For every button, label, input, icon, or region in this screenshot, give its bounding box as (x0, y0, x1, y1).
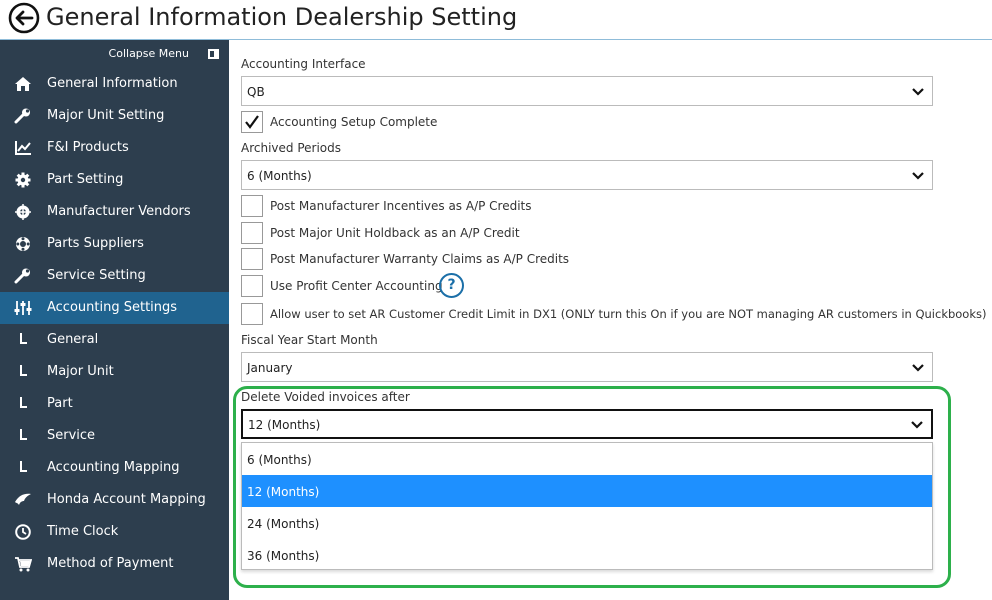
sidebar-item-label: General Information (47, 76, 178, 91)
fiscal-year-start-label: Fiscal Year Start Month (241, 333, 378, 347)
crosshair-icon (14, 204, 32, 220)
cart-icon (14, 556, 32, 572)
option-label: 36 (Months) (247, 549, 320, 563)
sidebar-item-label: Manufacturer Vendors (47, 204, 191, 219)
sidebar-item-major-unit-setting[interactable]: Major Unit Setting (0, 100, 229, 132)
option-24-months[interactable]: 24 (Months) (242, 507, 932, 539)
sidebar-item-label: Parts Suppliers (47, 236, 144, 251)
chevron-down-icon (912, 88, 924, 96)
select-value: QB (247, 85, 265, 99)
option-36-months[interactable]: 36 (Months) (242, 539, 932, 571)
sidebar-item-label: Part Setting (47, 172, 124, 187)
sidebar-subitem-part[interactable]: Part (0, 388, 229, 420)
collapse-panel-icon (208, 49, 219, 59)
sidebar-item-parts-suppliers[interactable]: Parts Suppliers (0, 228, 229, 260)
page-header: General Information Dealership Setting (0, 0, 992, 40)
sidebar-subitem-general[interactable]: General (0, 324, 229, 356)
settings-form: Accounting Interface QB Accounting Setup… (229, 40, 992, 600)
sidebar-item-label: F&I Products (47, 140, 129, 155)
sidebar-item-time-clock[interactable]: Time Clock (0, 516, 229, 548)
clock-icon (14, 524, 32, 540)
delete-voided-invoices-select[interactable]: 12 (Months) (241, 409, 933, 439)
archived-periods-select[interactable]: 6 (Months) (241, 160, 933, 190)
collapse-menu-button[interactable]: Collapse Menu (0, 40, 229, 68)
chevron-down-icon (911, 421, 923, 429)
post-warranty-claims-checkbox[interactable] (241, 248, 263, 270)
option-label: 12 (Months) (247, 485, 320, 499)
select-value: January (247, 361, 293, 375)
page-title: General Information Dealership Setting (46, 3, 518, 31)
delete-voided-invoices-label: Delete Voided invoices after (241, 390, 410, 404)
lifebuoy-icon (14, 236, 32, 252)
sub-item-icon (18, 332, 28, 346)
collapse-menu-label: Collapse Menu (108, 47, 189, 60)
sidebar-subitem-accounting-mapping[interactable]: Accounting Mapping (0, 452, 229, 484)
sidebar-item-label: Honda Account Mapping (47, 492, 206, 507)
sidebar-item-label: Major Unit Setting (47, 108, 165, 123)
sidebar-item-label: Major Unit (47, 364, 114, 379)
chart-icon (14, 140, 32, 156)
option-label: 24 (Months) (247, 517, 320, 531)
sidebar: Collapse Menu General Information Major … (0, 40, 229, 600)
post-major-unit-holdback-checkbox[interactable] (241, 222, 263, 244)
checkbox-label: Use Profit Center Accounting (270, 279, 443, 293)
sidebar-item-service-setting[interactable]: Service Setting (0, 260, 229, 292)
wrench-icon (14, 268, 32, 284)
post-manufacturer-incentives-checkbox[interactable] (241, 195, 263, 217)
accounting-setup-complete-checkbox[interactable] (241, 111, 263, 133)
archived-periods-label: Archived Periods (241, 141, 342, 155)
sidebar-subitem-service[interactable]: Service (0, 420, 229, 452)
sidebar-item-label: Accounting Settings (47, 300, 178, 315)
option-label: 6 (Months) (247, 453, 312, 467)
checkmark-icon (245, 115, 259, 129)
checkbox-label: Post Manufacturer Warranty Claims as A/P… (270, 252, 570, 266)
sub-item-icon (18, 396, 28, 410)
option-12-months[interactable]: 12 (Months) (242, 475, 932, 507)
fiscal-year-start-select[interactable]: January (241, 352, 933, 382)
sub-item-icon (18, 428, 28, 442)
checkbox-label: Post Major Unit Holdback as an A/P Credi… (270, 226, 520, 240)
select-value: 12 (Months) (248, 418, 321, 432)
sidebar-item-accounting-settings[interactable]: Accounting Settings (0, 292, 229, 324)
accounting-interface-select[interactable]: QB (241, 76, 933, 106)
delete-voided-invoices-options: 6 (Months) 12 (Months) 24 (Months) 36 (M… (241, 442, 933, 570)
sidebar-item-label: Service (47, 428, 96, 443)
sidebar-item-general-information[interactable]: General Information (0, 68, 229, 100)
sidebar-item-label: Accounting Mapping (47, 460, 180, 475)
gear-icon (14, 172, 32, 188)
sidebar-item-label: Method of Payment (47, 556, 174, 571)
back-arrow-icon[interactable] (8, 2, 40, 34)
sidebar-item-fi-products[interactable]: F&I Products (0, 132, 229, 164)
sliders-icon (14, 300, 32, 316)
sidebar-item-label: Time Clock (47, 524, 119, 539)
honda-wing-icon (14, 492, 32, 508)
sidebar-item-method-of-payment[interactable]: Method of Payment (0, 548, 229, 580)
ar-credit-limit-checkbox[interactable] (241, 303, 263, 325)
sidebar-item-label: General (47, 332, 99, 347)
sidebar-subitem-major-unit[interactable]: Major Unit (0, 356, 229, 388)
sidebar-item-manufacturer-vendors[interactable]: Manufacturer Vendors (0, 196, 229, 228)
checkbox-label: Post Manufacturer Incentives as A/P Cred… (270, 199, 532, 213)
sidebar-item-label: Part (47, 396, 73, 411)
option-6-months[interactable]: 6 (Months) (242, 443, 932, 475)
accounting-interface-label: Accounting Interface (241, 57, 366, 71)
sidebar-item-honda-account-mapping[interactable]: Honda Account Mapping (0, 484, 229, 516)
home-icon (14, 76, 32, 92)
chevron-down-icon (912, 172, 924, 180)
chevron-down-icon (912, 364, 924, 372)
sidebar-item-label: Service Setting (47, 268, 146, 283)
sub-item-icon (18, 364, 28, 378)
sub-item-icon (18, 460, 28, 474)
sidebar-item-part-setting[interactable]: Part Setting (0, 164, 229, 196)
select-value: 6 (Months) (247, 169, 312, 183)
wrench-icon (14, 108, 32, 124)
use-profit-center-checkbox[interactable] (241, 275, 263, 297)
checkbox-label: Allow user to set AR Customer Credit Lim… (270, 307, 987, 321)
checkbox-label: Accounting Setup Complete (270, 115, 438, 129)
help-icon[interactable]: ? (439, 273, 464, 298)
